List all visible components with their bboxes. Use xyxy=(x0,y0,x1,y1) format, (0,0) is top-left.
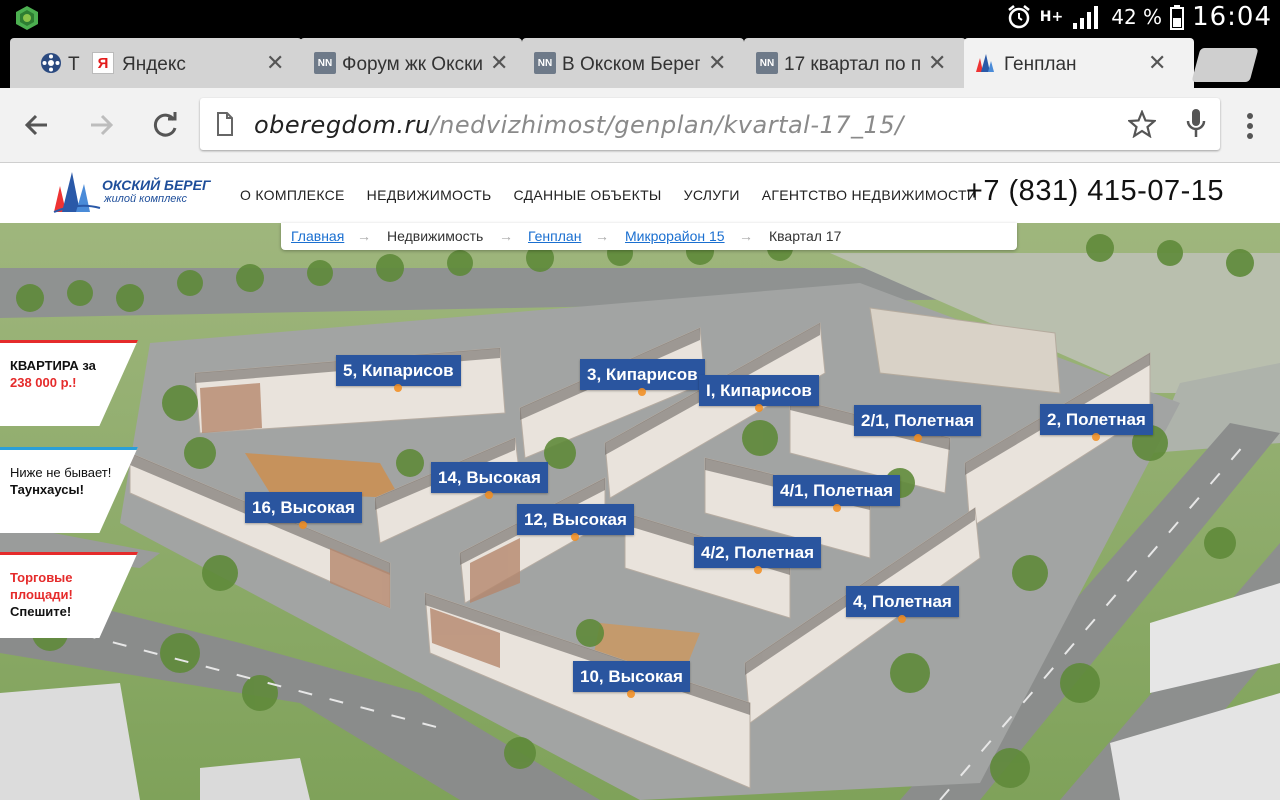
nn-icon: NN xyxy=(314,52,336,74)
nav-services[interactable]: УСЛУГИ xyxy=(684,187,740,203)
building-label-4-poletnaya[interactable]: 4, Полетная xyxy=(846,586,959,623)
promo-retail-line1: Торговые xyxy=(10,570,73,585)
url-text: oberegdom.ru/nedvizhimost/genplan/kvarta… xyxy=(254,111,904,139)
page-icon xyxy=(217,112,233,136)
building-label-2-poletnaya[interactable]: 2, Полетная xyxy=(1040,404,1153,441)
building-label-2-1-poletnaya[interactable]: 2/1, Полетная xyxy=(854,405,982,442)
building-label-i-kiparisov[interactable]: I, Кипарисов xyxy=(699,375,819,412)
nav-agency[interactable]: АГЕНТСТВО НЕДВИЖИМОСТИ xyxy=(762,187,978,203)
close-icon[interactable]: ✕ xyxy=(490,52,508,74)
microphone-icon[interactable] xyxy=(1186,108,1206,140)
signal-icon xyxy=(1073,6,1099,29)
tab-title: Форум жк Окски xyxy=(342,54,482,75)
browser-toolbar: oberegdom.ru/nedvizhimost/genplan/kvarta… xyxy=(0,88,1280,163)
logo-title: ОКСКИЙ БЕРЕГ xyxy=(102,177,211,193)
close-icon[interactable]: ✕ xyxy=(266,52,284,74)
building-label-12-vysokaya[interactable]: 12, Высокая xyxy=(517,504,634,541)
nn-icon: NN xyxy=(756,52,778,74)
breadcrumb-separator: → xyxy=(357,228,371,244)
tab-genplan[interactable]: Генплан ✕ xyxy=(964,38,1194,88)
forward-icon[interactable] xyxy=(84,108,118,142)
tab-okskiy-news[interactable]: NN В Окском Берег ✕ xyxy=(522,38,744,88)
building-label-3-kiparisov[interactable]: 3, Кипарисов xyxy=(580,359,705,396)
tab-1[interactable]: Т xyxy=(10,38,92,88)
breadcrumb-realty: Недвижимость xyxy=(387,228,484,244)
site-header: ОКСКИЙ БЕРЕГ жилой комплекс О КОМПЛЕКСЕ … xyxy=(0,163,1280,223)
film-reel-icon xyxy=(41,53,61,73)
status-bar: H+ 42 % 16:04 xyxy=(0,0,1280,34)
tab-strip: Т Я Яндекс ✕ NN Форум жк Окски ✕ NN В Ок… xyxy=(0,34,1280,88)
back-icon[interactable] xyxy=(20,108,54,142)
yandex-icon: Я xyxy=(92,52,114,74)
tab-title: Генплан xyxy=(1004,54,1077,75)
menu-dots-icon[interactable] xyxy=(1240,110,1260,144)
reload-icon[interactable] xyxy=(148,108,182,142)
clock: 16:04 xyxy=(1192,2,1272,32)
breadcrumb-separator: → xyxy=(739,228,753,244)
close-icon[interactable]: ✕ xyxy=(708,52,726,74)
promo-townhouse-line1: Ниже не бывает! xyxy=(10,465,112,480)
breadcrumb-home[interactable]: Главная xyxy=(291,228,344,244)
promo-retail-line2: площади! xyxy=(10,587,73,602)
breadcrumb: Главная → Недвижимость → Генплан → Микро… xyxy=(281,223,1017,250)
nn-icon: NN xyxy=(534,52,556,74)
battery-icon xyxy=(1170,5,1185,30)
app-notification-icon xyxy=(16,6,38,30)
nav-about[interactable]: О КОМПЛЕКСЕ xyxy=(240,187,345,203)
logo-subtitle: жилой комплекс xyxy=(104,193,187,205)
breadcrumb-separator: → xyxy=(595,228,609,244)
promo-apartment-line2: 238 000 р.! xyxy=(10,375,77,390)
network-type: H+ xyxy=(1039,9,1064,25)
url-path: /nedvizhimost/genplan/kvartal-17_15/ xyxy=(430,111,904,139)
tab-title: Яндекс xyxy=(122,54,186,75)
building-label-10-vysokaya[interactable]: 10, Высокая xyxy=(573,661,690,698)
nav-realty[interactable]: НЕДВИЖИМОСТЬ xyxy=(367,187,492,203)
building-label-5-kiparisov[interactable]: 5, Кипарисов xyxy=(336,355,461,392)
genplan-map[interactable] xyxy=(0,223,1280,800)
breadcrumb-district[interactable]: Микрорайон 15 xyxy=(625,228,725,244)
phone-number[interactable]: +7 (831) 415-07-15 xyxy=(966,175,1224,208)
breadcrumb-current: Квартал 17 xyxy=(769,228,842,244)
aerial-render xyxy=(0,223,1280,800)
battery-percent: 42 % xyxy=(1111,5,1163,29)
building-label-4-1-poletnaya[interactable]: 4/1, Полетная xyxy=(773,475,901,512)
nav-completed[interactable]: СДАННЫЕ ОБЪЕКТЫ xyxy=(514,187,662,203)
tab-forum[interactable]: NN Форум жк Окски ✕ xyxy=(300,38,522,88)
building-label-4-2-poletnaya[interactable]: 4/2, Полетная xyxy=(694,537,822,574)
tab-yandex[interactable]: Я Яндекс ✕ xyxy=(82,38,302,88)
promo-apartment-line1: КВАРТИРА за xyxy=(10,358,96,373)
promo-townhouse-line2: Таунхаусы! xyxy=(10,482,84,497)
tab-kvartal-17[interactable]: NN 17 квартал по п ✕ xyxy=(744,38,966,88)
url-host: oberegdom.ru xyxy=(254,111,431,139)
new-tab-button[interactable] xyxy=(1191,48,1259,82)
main-nav: О КОМПЛЕКСЕ НЕДВИЖИМОСТЬ СДАННЫЕ ОБЪЕКТЫ… xyxy=(240,187,999,203)
breadcrumb-genplan[interactable]: Генплан xyxy=(528,228,581,244)
okskiy-bereg-icon xyxy=(976,54,994,72)
tab-title: 17 квартал по п xyxy=(784,54,922,75)
breadcrumb-separator: → xyxy=(499,228,513,244)
building-label-14-vysokaya[interactable]: 14, Высокая xyxy=(431,462,548,499)
close-icon[interactable]: ✕ xyxy=(1148,52,1166,74)
building-label-16-vysokaya[interactable]: 16, Высокая xyxy=(245,492,362,529)
promo-retail-line3: Спешите! xyxy=(10,604,72,619)
alarm-icon xyxy=(1008,5,1030,29)
address-bar[interactable]: oberegdom.ru/nedvizhimost/genplan/kvarta… xyxy=(200,98,1220,150)
bookmark-star-icon[interactable] xyxy=(1128,110,1156,138)
tab-title: В Окском Берег xyxy=(562,54,700,75)
close-icon[interactable]: ✕ xyxy=(928,52,946,74)
